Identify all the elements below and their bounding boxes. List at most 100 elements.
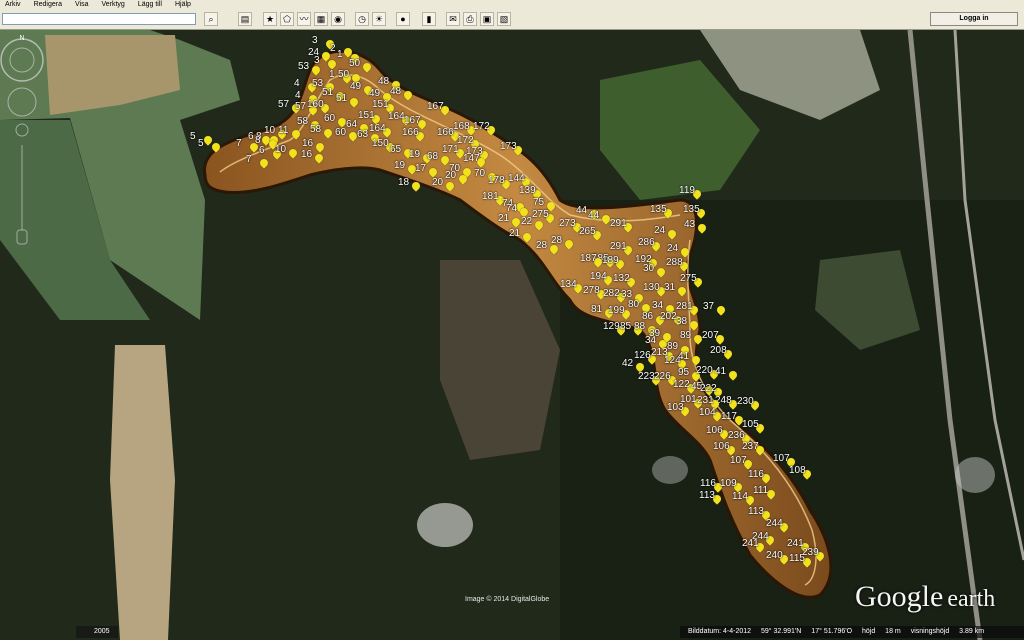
placemark-label[interactable]: 8 [255,136,261,146]
placemark-label[interactable]: 16 [301,150,312,160]
maps-view-icon[interactable]: ▧ [497,12,511,26]
search-input[interactable] [2,13,196,25]
placemark-label[interactable]: 132 [613,274,630,284]
placemark-label[interactable]: 130 [643,283,660,293]
placemark-label[interactable]: 150 [372,139,389,149]
placemark-label[interactable]: 95 [678,368,689,378]
placemark-label[interactable]: 199 [608,306,625,316]
placemark-label[interactable]: 22 [521,217,532,227]
menu-lagg-till[interactable]: Lägg till [138,0,162,10]
placemark-label[interactable]: 60 [324,114,335,124]
placemark-label[interactable]: 181 [482,192,499,202]
placemark-label[interactable]: 51 [336,94,347,104]
placemark-icon[interactable]: ★ [263,12,277,26]
historical-year-badge[interactable]: 2005 [76,626,118,638]
placemark-label[interactable]: 5 [198,139,204,149]
placemark-label[interactable]: 28 [536,241,547,251]
placemark-label[interactable]: 286 [638,238,655,248]
placemark-label[interactable]: 50 [349,59,360,69]
placemark-label[interactable]: 173 [500,142,517,152]
placemark-label[interactable]: 58 [310,125,321,135]
placemark-label[interactable]: 48 [390,87,401,97]
placemark-label[interactable]: 189 [602,256,619,266]
placemark-label[interactable]: 122 [673,380,690,390]
placemark-label[interactable]: 144 [508,174,525,184]
placemark-label[interactable]: 19 [409,150,420,160]
placemark-label[interactable]: 119 [679,186,695,196]
placemark-label[interactable]: 85 [620,322,631,332]
placemark-label[interactable]: 5 [190,132,196,142]
placemark-label[interactable]: 230 [737,397,754,407]
placemark-label[interactable]: 171 [442,145,459,155]
placemark-label[interactable]: 106 [713,442,730,452]
placemark-label[interactable]: 4 [295,91,301,101]
placemark-label[interactable]: 11 [278,126,288,136]
placemark-label[interactable]: 68 [427,152,438,162]
placemark-label[interactable]: 43 [684,220,695,230]
placemark-label[interactable]: 4 [294,79,300,89]
placemark-label[interactable]: 288 [666,258,683,268]
placemark-label[interactable]: 239 [802,548,819,558]
placemark-label[interactable]: 275 [680,274,697,284]
placemark-label[interactable]: 178 [488,176,505,186]
sunlight-icon[interactable]: ☀ [372,12,386,26]
placemark-label[interactable]: 3 [312,36,318,46]
placemark-label[interactable]: 3 [314,56,320,66]
placemark-label[interactable]: 103 [667,403,684,413]
save-image-icon[interactable]: ▣ [480,12,494,26]
placemark-label[interactable]: 38 [676,317,687,327]
search-icon[interactable]: ⌕ [204,12,218,26]
placemark-label[interactable]: 291 [610,219,627,229]
menu-arkiv[interactable]: Arkiv [5,0,21,10]
placemark-label[interactable]: 194 [590,272,607,282]
navigation-controls[interactable]: N [0,30,44,280]
placemark-label[interactable]: 20 [445,171,456,181]
placemark-label[interactable]: 44 [576,206,587,216]
placemark-label[interactable]: 113 [699,491,715,501]
placemark-label[interactable]: 41 [715,367,726,377]
placemark-label[interactable]: 167 [427,102,444,112]
placemark-label[interactable]: 70 [474,169,485,179]
print-icon[interactable]: ⎙ [463,12,477,26]
placemark-label[interactable]: 108 [789,466,806,476]
placemark-label[interactable]: 168 [453,122,470,132]
placemark-label[interactable]: 89 [680,331,691,341]
placemark-label[interactable]: 88 [634,322,645,332]
placemark-label[interactable]: 135 [683,205,700,215]
placemark-label[interactable]: 167 [404,116,421,126]
placemark-label[interactable]: 164 [388,112,405,122]
path-icon[interactable]: 〰 [297,12,311,26]
placemark-label[interactable]: 19 [394,161,405,171]
placemark-label[interactable]: 6 [259,146,265,156]
placemark-label[interactable]: 31 [664,283,675,293]
placemark-label[interactable]: 41 [678,352,689,362]
placemark-label[interactable]: 24 [667,244,678,254]
placemark-label[interactable]: 17 [415,164,426,174]
placemark-label[interactable]: 226 [654,372,671,382]
placemark-label[interactable]: 81 [591,305,602,315]
placemark-label[interactable]: 75 [533,198,544,208]
placemark-label[interactable]: 105 [742,420,759,430]
placemark-label[interactable]: 207 [702,331,719,341]
placemark-label[interactable]: 64 [346,120,357,130]
sidebar-toggle-icon[interactable]: ▤ [238,12,252,26]
placemark-label[interactable]: 208 [710,346,727,356]
login-button[interactable]: Logga in [930,12,1018,26]
placemark-label[interactable]: 10 [264,126,275,136]
placemark-label[interactable]: 139 [519,186,536,196]
placemark-label[interactable]: 2 [330,44,336,54]
placemark-label[interactable]: 20 [432,178,443,188]
placemark-label[interactable]: 57 [295,102,306,112]
placemark-label[interactable]: 18 [398,178,409,188]
placemark-label[interactable]: 164 [369,124,386,134]
placemark-label[interactable]: 1 [337,50,343,60]
placemark-label[interactable]: 34 [652,301,663,311]
polygon-icon[interactable]: ⬠ [280,12,294,26]
placemark-label[interactable]: 51 [322,88,333,98]
placemark-label[interactable]: 241 [742,539,759,549]
placemark-label[interactable]: 57 [278,100,289,110]
placemark-label[interactable]: 135 [650,205,667,215]
placemark-label[interactable]: 60 [335,128,346,138]
placemark-label[interactable]: 39 [649,329,660,339]
placemark-label[interactable]: 106 [706,426,723,436]
